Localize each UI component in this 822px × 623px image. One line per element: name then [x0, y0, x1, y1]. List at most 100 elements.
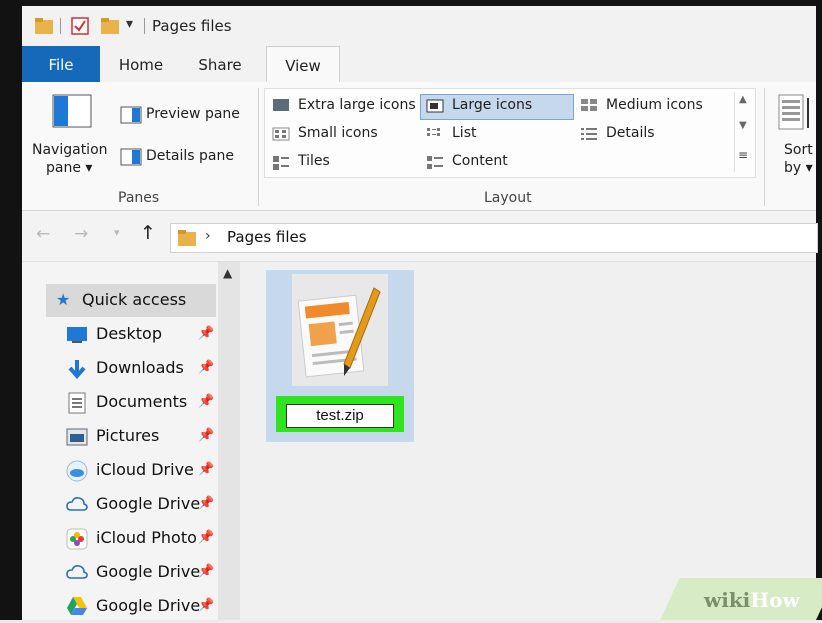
nav-item-label: iCloud Photo [96, 528, 197, 547]
nav-item-google-drive[interactable]: Google Drive 📌 [22, 488, 240, 521]
tiles-option[interactable]: Tiles [298, 153, 330, 169]
gallery-more-icon[interactable]: ≡ [738, 148, 748, 162]
scroll-up-icon[interactable]: ▲ [223, 266, 232, 280]
sort-by-button[interactable]: Sort [784, 142, 813, 158]
icloud-photos-icon [66, 528, 88, 550]
new-folder-icon[interactable] [100, 16, 120, 36]
pin-icon[interactable]: 📌 [198, 462, 214, 477]
medium-icons-option[interactable]: Medium icons [606, 97, 703, 113]
content-option[interactable]: Content [452, 153, 508, 169]
nav-item-label: Quick access [82, 290, 187, 309]
tab-home[interactable]: Home [110, 46, 172, 82]
pin-icon[interactable]: 📌 [198, 530, 214, 545]
recent-locations-icon[interactable]: ▾ [114, 226, 120, 239]
sort-by-icon[interactable] [778, 94, 812, 132]
breadcrumb-chevron-icon[interactable]: › [205, 228, 211, 244]
details-pane-icon [120, 148, 142, 166]
large-icons-icon [426, 99, 444, 113]
back-arrow-icon[interactable]: ← [36, 224, 50, 244]
gallery-up-icon[interactable]: ▲ [739, 94, 747, 105]
pages-document-icon [292, 274, 388, 386]
title-bar: ▾ Pages files [22, 6, 816, 46]
nav-item-label: Pictures [96, 426, 160, 445]
ribbon-separator-2 [764, 88, 765, 206]
ribbon: Navigation pane ▾ Preview pane Details p… [22, 82, 816, 211]
nav-item-label: Google Drive [96, 494, 201, 513]
window-frame-left [0, 0, 22, 620]
icloud-icon [66, 460, 88, 482]
nav-item-label: Google Drive [96, 596, 201, 615]
nav-item-pictures[interactable]: Pictures 📌 [22, 420, 240, 453]
breadcrumb-pages-files[interactable]: Pages files [227, 228, 307, 246]
panes-group-label: Panes [118, 190, 160, 206]
properties-icon[interactable] [70, 16, 90, 36]
star-icon: ★ [56, 290, 71, 309]
file-view: test.zip [240, 262, 816, 620]
pin-icon[interactable]: 📌 [198, 326, 214, 341]
nav-item-icloud-photo[interactable]: iCloud Photo 📌 [22, 522, 240, 555]
layout-gallery-scroll[interactable]: ▲ ▼ ≡ [734, 92, 753, 172]
details-pane-button[interactable]: Details pane [146, 148, 234, 164]
nav-item-quick-access[interactable]: ★ Quick access [46, 284, 216, 317]
navigation-pane: ★ Quick access Desktop 📌 Downloads 📌 Doc… [22, 262, 240, 620]
ribbon-separator [258, 88, 259, 206]
nav-item-downloads[interactable]: Downloads 📌 [22, 352, 240, 385]
medium-icons-icon [581, 99, 597, 111]
google-drive-icon [67, 597, 87, 615]
list-icon [427, 128, 440, 136]
nav-item-label: iCloud Drive [96, 460, 194, 479]
tab-share[interactable]: Share [188, 46, 252, 82]
small-icons-option[interactable]: Small icons [298, 125, 378, 141]
navigation-pane-button-line2[interactable]: pane ▾ [46, 160, 92, 176]
layout-group-label: Layout [484, 190, 532, 206]
nav-item-documents[interactable]: Documents 📌 [22, 386, 240, 419]
extra-large-icons-icon [273, 99, 289, 111]
qat-divider [60, 18, 61, 34]
window-title: Pages files [152, 17, 232, 35]
rename-input[interactable]: test.zip [286, 404, 394, 428]
details-option[interactable]: Details [606, 125, 655, 141]
extra-large-icons-option[interactable]: Extra large icons [298, 97, 416, 113]
download-arrow-icon [68, 360, 86, 380]
pin-icon[interactable]: 📌 [198, 496, 214, 511]
list-option[interactable]: List [452, 125, 476, 141]
address-bar[interactable]: › Pages files [170, 223, 818, 253]
details-icon [581, 128, 597, 140]
tiles-icon [273, 156, 289, 170]
content-icon [427, 156, 443, 169]
nav-item-desktop[interactable]: Desktop 📌 [22, 318, 240, 351]
pin-icon[interactable]: 📌 [198, 360, 214, 375]
ribbon-tabs: File Home Share View [22, 46, 816, 84]
cloud-outline-icon [66, 497, 88, 511]
small-icons-icon [272, 127, 290, 141]
forward-arrow-icon[interactable]: → [74, 224, 88, 244]
pin-icon[interactable]: 📌 [198, 428, 214, 443]
qat-dropdown-icon[interactable]: ▾ [126, 16, 133, 32]
wikihow-logo: wikiHow [704, 588, 800, 612]
nav-item-label: Downloads [96, 358, 184, 377]
pin-icon[interactable]: 📌 [198, 598, 214, 613]
nav-item-google-drive-2[interactable]: Google Drive 📌 [22, 556, 240, 589]
navigation-pane-button[interactable]: Navigation [32, 142, 108, 158]
gallery-down-icon[interactable]: ▼ [739, 120, 747, 131]
nav-scrollbar[interactable]: ▲ [218, 262, 240, 620]
pin-icon[interactable]: 📌 [198, 394, 214, 409]
tab-view[interactable]: View [266, 46, 340, 84]
file-item-selected[interactable]: test.zip [266, 270, 414, 442]
nav-item-google-drive-3[interactable]: Google Drive 📌 [22, 590, 240, 623]
cloud-outline-icon [66, 565, 88, 579]
large-icons-option[interactable]: Large icons [452, 97, 532, 113]
sort-by-button-line2[interactable]: by ▾ [784, 160, 813, 176]
address-row: ← → ▾ ↑ › Pages files [22, 211, 818, 262]
up-arrow-icon[interactable]: ↑ [140, 222, 156, 244]
nav-item-icloud-drive[interactable]: iCloud Drive 📌 [22, 454, 240, 487]
pictures-icon [66, 428, 88, 446]
title-divider [144, 18, 145, 34]
desktop-icon [67, 327, 87, 343]
folder-icon [35, 18, 53, 34]
navigation-pane-icon[interactable] [52, 94, 92, 128]
preview-pane-button[interactable]: Preview pane [146, 106, 240, 122]
pin-icon[interactable]: 📌 [198, 564, 214, 579]
window-frame-right [816, 0, 822, 620]
tab-file[interactable]: File [22, 46, 100, 82]
